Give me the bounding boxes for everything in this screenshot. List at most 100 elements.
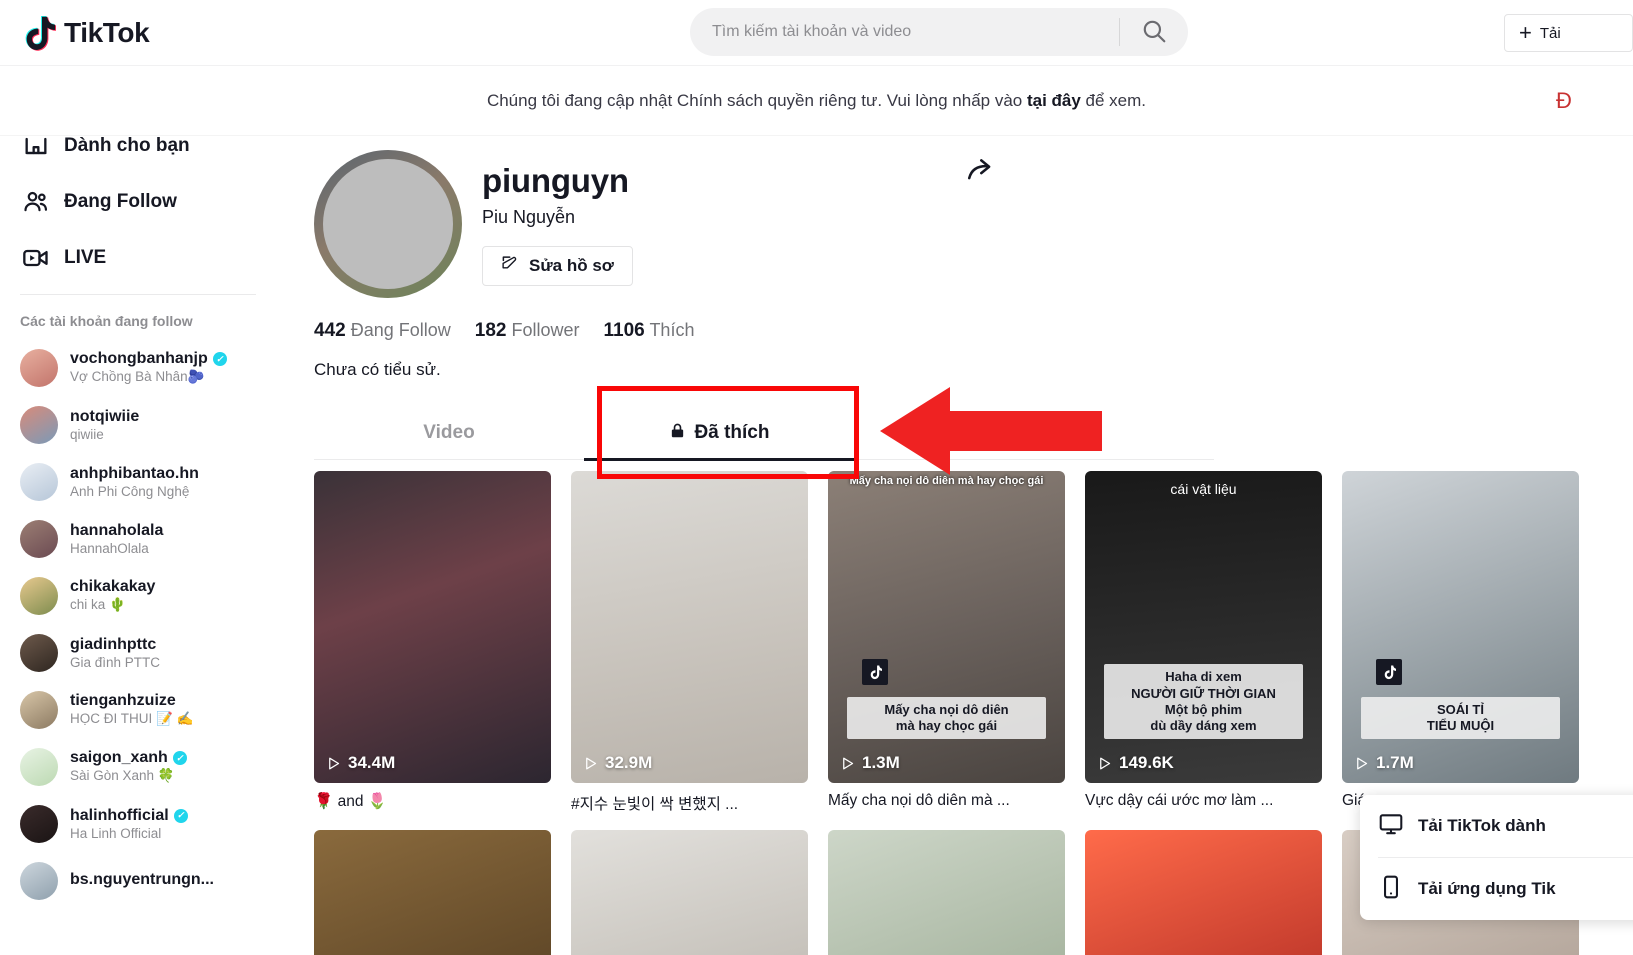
sidebar-item-live[interactable]: LIVE: [20, 230, 300, 286]
account-text: giadinhpttc Gia đình PTTC: [70, 636, 160, 670]
following-account-item[interactable]: halinhofficial ✓ Ha Linh Official: [20, 795, 300, 852]
profile-identity: piunguyn Piu Nguyễn Sửa hồ sơ: [482, 150, 633, 298]
upload-button[interactable]: + Tải: [1504, 14, 1633, 52]
account-nickname: HỌC ĐI THUI 📝 ✍️: [70, 711, 194, 726]
profile-header: piunguyn Piu Nguyễn Sửa hồ sơ: [300, 136, 1633, 298]
profile-avatar[interactable]: [314, 150, 462, 298]
video-play-count-value: 1.7M: [1376, 753, 1414, 772]
following-account-item[interactable]: vochongbanhanjp ✓ Vợ Chồng Bà Nhân🫐: [20, 339, 300, 396]
account-nickname: Vợ Chồng Bà Nhân🫐: [70, 369, 205, 384]
download-desktop-row[interactable]: Tải TikTok dành: [1360, 795, 1633, 857]
account-username-text: halinhofficial: [70, 806, 169, 824]
stat-likes-label: Thích: [649, 320, 695, 340]
video-caption: Mấy cha nọi dô diên mà ...: [828, 792, 1010, 809]
video-play-count: 149.6K: [1097, 753, 1174, 773]
avatar: [20, 747, 58, 786]
profile-tabs: Video Đã thích: [314, 406, 1214, 461]
pencil-square-icon: [501, 254, 520, 278]
verified-badge-icon: ✓: [172, 751, 187, 765]
following-account-item[interactable]: notqiwiie qiwiie: [20, 396, 300, 453]
stat-following-value: 442: [314, 320, 346, 341]
account-text: bs.nguyentrungn...: [70, 871, 214, 890]
account-username-text: chikakakay: [70, 578, 156, 595]
video-thumbnail[interactable]: Mấy cha nọi dô diên mà hay chọc gái 1.3M M…: [828, 471, 1065, 783]
video-thumbnail[interactable]: [314, 830, 551, 955]
video-caption: Vực dậy cái ước mơ làm ...: [1085, 792, 1274, 809]
sidebar-item-for-you[interactable]: Dành cho bạn: [20, 136, 300, 174]
banner-close-icon[interactable]: Đ: [1556, 88, 1572, 114]
avatar: [20, 690, 58, 729]
account-nickname: Anh Phi Công Nghệ: [70, 483, 190, 499]
video-thumbnail[interactable]: [1085, 830, 1322, 955]
search-input[interactable]: [690, 8, 1119, 56]
account-username: saigon_xanh ✓: [70, 749, 187, 767]
video-thumbnail[interactable]: cựu học sinh về thăm giáo viên cũ kiểu: [571, 830, 808, 955]
following-account-item[interactable]: anhphibantao.hn Anh Phi Công Nghệ: [20, 453, 300, 510]
video-thumbnail[interactable]: 32.9M: [571, 471, 808, 783]
video-card[interactable]: cựu học sinh về thăm giáo viên cũ kiểu: [571, 830, 808, 955]
video-play-count: 32.9M: [583, 753, 652, 773]
download-desktop-label: Tải TikTok dành: [1418, 816, 1546, 835]
video-thumbnail[interactable]: Haha di xem NGƯỜI GIỮ THỜI GIAN Một bộ p…: [1085, 471, 1322, 783]
following-account-item[interactable]: tienganhzuize HỌC ĐI THUI 📝 ✍️: [20, 681, 300, 738]
top-header: TikTok + Tải: [0, 0, 1633, 66]
stat-followers[interactable]: 182 Follower: [475, 320, 580, 342]
video-card[interactable]: 32.9M #지수 눈빛이 싹 변했지 ...: [571, 471, 808, 814]
tiktok-logo[interactable]: TikTok: [20, 13, 220, 53]
account-text: hannaholala HannahOlala: [70, 522, 163, 556]
video-card[interactable]: 34.4M 🌹 and 🌷: [314, 471, 551, 814]
download-mobile-row[interactable]: Tải ứng dụng Tik: [1360, 858, 1633, 920]
following-account-item[interactable]: saigon_xanh ✓ Sài Gòn Xanh 🍀: [20, 738, 300, 795]
account-text: anhphibantao.hn Anh Phi Công Nghệ: [70, 465, 199, 499]
account-username: vochongbanhanjp ✓: [70, 350, 227, 368]
edit-profile-label: Sửa hồ sơ: [529, 256, 614, 275]
tiktok-watermark-icon: [862, 659, 888, 685]
stat-likes[interactable]: 1106 Thích: [604, 320, 695, 342]
lock-icon: [669, 422, 686, 445]
account-username-text: anhphibantao.hn: [70, 464, 199, 482]
tab-video[interactable]: Video: [314, 406, 584, 460]
video-card[interactable]: [314, 830, 551, 955]
tiktok-watermark-icon: [1376, 659, 1402, 685]
video-thumbnail[interactable]: 34.4M: [314, 471, 551, 783]
stat-followers-label: Follower: [511, 320, 580, 340]
tab-liked[interactable]: Đã thích: [584, 406, 854, 461]
stat-followers-value: 182: [474, 320, 507, 341]
privacy-text-after: để xem.: [1080, 90, 1147, 110]
verified-badge-icon: ✓: [212, 352, 227, 366]
mobile-icon: [1378, 874, 1404, 905]
upload-button-label: Tải: [1539, 24, 1561, 42]
search-bar[interactable]: [690, 8, 1188, 56]
account-nickname: HannahOlala: [70, 540, 149, 556]
video-card[interactable]: [1085, 830, 1322, 955]
edit-profile-button[interactable]: Sửa hồ sơ: [482, 246, 633, 286]
account-username: halinhofficial ✓: [70, 807, 188, 825]
video-thumbnail[interactable]: SOÁI TỈ TIỂU MUỘI 1.7M: [1342, 471, 1579, 783]
account-username-text: hannaholala: [70, 521, 164, 539]
share-arrow-icon[interactable]: [965, 154, 999, 188]
sidebar-item-following[interactable]: Đang Follow: [20, 174, 300, 230]
video-card[interactable]: Mấy cha nọi dô diên mà hay chọc gái 1.3M M…: [828, 471, 1065, 814]
account-nickname: qiwiie: [70, 426, 104, 442]
download-tiktok-popup: Tải TikTok dành Tải ứng dụng Tik: [1360, 795, 1633, 920]
video-play-count-value: 32.9M: [605, 753, 653, 772]
privacy-policy-link[interactable]: tại đây: [1027, 91, 1081, 110]
account-text: vochongbanhanjp ✓ Vợ Chồng Bà Nhân🫐: [70, 350, 227, 385]
account-username-text: vochongbanhanjp: [70, 350, 208, 367]
following-account-item[interactable]: giadinhpttc Gia đình PTTC: [20, 624, 300, 681]
profile-username: piunguyn: [482, 162, 629, 199]
video-card[interactable]: [828, 830, 1065, 955]
stat-following[interactable]: 442 Đang Follow: [314, 320, 451, 342]
profile-bio: Chưa có tiểu sử.: [314, 360, 441, 379]
account-username-text: tienganhzuize: [70, 692, 176, 709]
following-account-item[interactable]: hannaholala HannahOlala: [20, 510, 300, 567]
video-thumbnail[interactable]: [828, 830, 1065, 955]
search-button[interactable]: [1120, 8, 1188, 56]
following-account-item[interactable]: bs.nguyentrungn...: [20, 852, 300, 909]
video-card[interactable]: SOÁI TỈ TIỂU MUỘI 1.7M Giá: [1342, 471, 1579, 814]
video-card[interactable]: Haha di xem NGƯỜI GIỮ THỜI GIAN Một bộ p…: [1085, 471, 1322, 814]
profile-stats: 442 Đang Follow 182 Follower 1106 Thích: [314, 320, 1633, 342]
desktop-icon: [1378, 811, 1404, 842]
following-account-item[interactable]: chikakakay chi ka 🌵: [20, 567, 300, 624]
home-icon: [20, 136, 52, 162]
